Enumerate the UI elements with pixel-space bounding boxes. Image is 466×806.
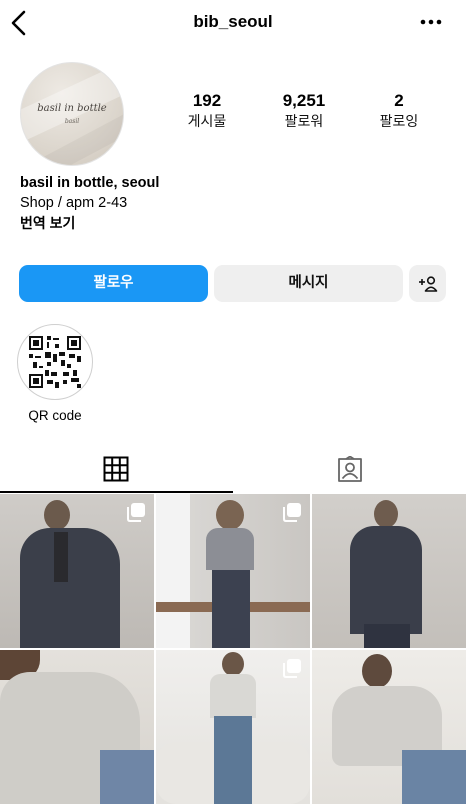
followers-count[interactable]: 9,251 팔로워 [259,90,349,130]
tab-tagged[interactable] [233,446,466,493]
following-count[interactable]: 2 팔로잉 [354,90,444,130]
highlight-qr-code[interactable]: QR code [17,324,93,423]
multiple-posts-icon [283,659,301,678]
tab-posts-grid[interactable] [0,446,233,493]
highlight-cover [17,324,93,400]
profile-username: bib_seoul [193,12,273,31]
top-bar: bib_seoul [0,0,466,46]
post-thumbnail[interactable] [0,650,154,804]
multiple-posts-icon [127,503,145,522]
grid-icon [103,456,129,482]
post-thumbnail[interactable] [312,494,466,648]
qr-code-icon [29,336,81,388]
profile-bio: basil in bottle, seoul Shop / apm 2-43 번… [20,173,159,233]
follow-button[interactable]: 팔로우 [19,265,208,302]
post-thumbnail[interactable] [0,494,154,648]
post-thumbnail[interactable] [156,494,310,648]
profile-tabs [0,446,466,494]
posts-count: 192 게시물 [187,91,227,129]
post-thumbnail[interactable] [156,650,310,804]
more-options-icon[interactable] [416,12,446,32]
message-button[interactable]: 메시지 [214,265,403,302]
profile-category: Shop / apm 2-43 [20,195,128,211]
suggested-users-button[interactable] [409,265,446,302]
highlight-label: QR code [28,408,82,423]
multiple-posts-icon [283,503,301,522]
avatar-logo: basil in bottle basil [37,103,107,125]
profile-name: basil in bottle, seoul [20,175,160,191]
profile-avatar[interactable]: basil in bottle basil [20,62,124,166]
translate-link[interactable]: 번역 보기 [20,213,159,233]
add-person-icon [418,276,437,292]
post-thumbnail[interactable] [312,650,466,804]
tagged-icon [338,456,362,482]
